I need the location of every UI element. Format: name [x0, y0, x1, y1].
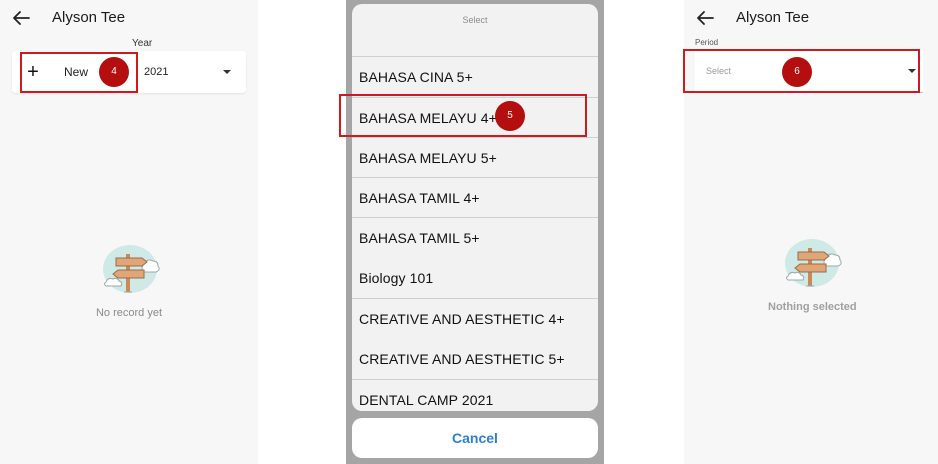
step-badge-6: 6 — [782, 57, 812, 87]
sheet-item[interactable]: CREATIVE AND AESTHETIC 4+ — [352, 299, 598, 339]
signpost-cloud-illustration — [785, 239, 842, 287]
page-title: Alyson Tee — [52, 9, 126, 26]
year-label: Year — [132, 38, 153, 49]
sheet-item-label: BAHASA TAMIL 4+ — [359, 190, 480, 206]
sheet-item[interactable]: DENTAL CAMP 2021 — [352, 380, 598, 411]
step-badge-5: 5 — [495, 101, 525, 131]
sheet-item-label: CREATIVE AND AESTHETIC 5+ — [359, 351, 565, 367]
app-bar: Alyson Tee — [684, 0, 938, 36]
back-arrow-icon[interactable] — [11, 10, 31, 26]
sheet-item[interactable]: BAHASA MELAYU 5+ — [352, 138, 598, 178]
app-bar: Alyson Tee — [0, 0, 258, 36]
step-badge-4: 4 — [99, 57, 129, 87]
cancel-button[interactable]: Cancel — [352, 418, 598, 458]
sheet-item-label: BAHASA CINA 5+ — [359, 69, 473, 85]
sheet-item[interactable]: Biology 101 — [352, 258, 598, 298]
sheet-item[interactable]: BAHASA CINA 5+ — [352, 57, 598, 97]
sheet-header: Select — [352, 4, 598, 57]
cancel-label: Cancel — [452, 430, 498, 446]
empty-state-text: No record yet — [95, 307, 163, 319]
sheet-item-label: DENTAL CAMP 2021 — [359, 392, 494, 408]
sheet-item-label: CREATIVE AND AESTHETIC 4+ — [359, 311, 565, 327]
empty-state-text: Nothing selected — [768, 301, 857, 313]
sheet-item[interactable]: BAHASA TAMIL 4+ — [352, 178, 598, 218]
sheet-item-label: Biology 101 — [359, 270, 434, 286]
year-select[interactable]: 2021 — [144, 66, 168, 78]
sheet-item[interactable]: CREATIVE AND AESTHETIC 5+ — [352, 339, 598, 379]
page-title: Alyson Tee — [736, 9, 810, 26]
sheet-item-label: BAHASA MELAYU 5+ — [359, 150, 497, 166]
caret-down-icon[interactable] — [223, 70, 231, 74]
sheet-title: Select — [462, 15, 488, 25]
highlight-selected-item — [339, 94, 587, 137]
back-arrow-icon[interactable] — [695, 10, 715, 26]
sheet-item-label: BAHASA TAMIL 5+ — [359, 230, 480, 246]
period-label: Period — [695, 38, 719, 47]
sheet-item[interactable]: BAHASA TAMIL 5+ — [352, 218, 598, 258]
action-sheet: Select BAHASA CINA 5+ BAHASA MELAYU 4+ B… — [352, 4, 598, 411]
signpost-cloud-illustration — [103, 245, 160, 293]
